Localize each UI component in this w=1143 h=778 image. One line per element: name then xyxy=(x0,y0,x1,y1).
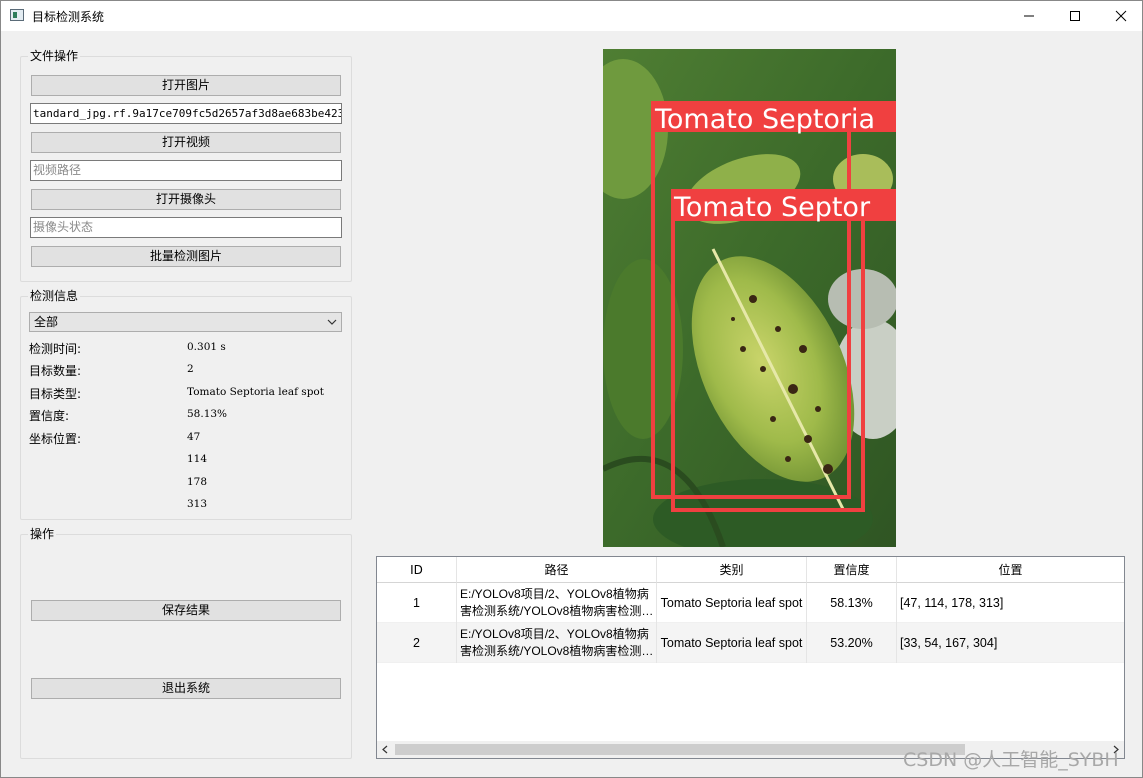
cell-path: E:/YOLOv8项目/2、YOLOv8植物病害检测系统/YOLOv8植物病害检… xyxy=(457,583,657,623)
box1-label: Tomato Septoria xyxy=(654,104,875,135)
detection-image: Tomato Septoria Tomato Septor xyxy=(603,49,896,547)
target-type-label: 目标类型: xyxy=(29,387,82,401)
coord-xmax-value: 178 xyxy=(187,476,208,488)
cell-position: [47, 114, 178, 313] xyxy=(900,595,1004,610)
scrollbar-thumb[interactable] xyxy=(395,744,965,755)
coord-ymin-value: 114 xyxy=(187,453,208,465)
close-button[interactable] xyxy=(1098,1,1142,31)
target-filter-value: 全部 xyxy=(34,315,59,329)
detect-info-title: 检测信息 xyxy=(28,289,81,303)
ops-group: 操作 保存结果 退出系统 xyxy=(20,527,352,759)
minimize-button[interactable] xyxy=(1006,1,1052,31)
window-title: 目标检测系统 xyxy=(32,10,105,24)
detect-info-group: 检测信息 全部 检测时间: 0.301 s 目标数量: 2 目标类型: Toma… xyxy=(20,289,352,520)
results-table[interactable]: ID 路径 类别 置信度 位置 1 E:/YOLOv8项目/2、YOLOv8植物… xyxy=(376,556,1125,759)
col-header-class[interactable]: 类别 xyxy=(657,557,807,583)
table-row[interactable]: 2 E:/YOLOv8项目/2、YOLOv8植物病害检测系统/YOLOv8植物病… xyxy=(377,623,1124,663)
cell-confidence: 53.20% xyxy=(807,623,897,663)
target-count-label: 目标数量: xyxy=(29,364,82,378)
watermark: CSDN @人工智能_SYBH xyxy=(903,749,1119,771)
app-icon xyxy=(10,9,24,21)
image-path-field[interactable]: tandard_jpg.rf.9a17ce709fc5d2657af3d8ae6… xyxy=(30,103,342,124)
target-type-value: Tomato Septoria leaf spot xyxy=(187,386,324,398)
cell-position: [33, 54, 167, 304] xyxy=(900,635,998,650)
main-window: 目标检测系统 文件操作 打开图片 tandard_jpg.rf.9a17ce70… xyxy=(0,0,1143,778)
file-ops-title: 文件操作 xyxy=(28,49,81,63)
cell-id: 1 xyxy=(377,583,457,623)
confidence-value: 58.13% xyxy=(187,408,228,420)
target-filter-select[interactable]: 全部 xyxy=(29,312,342,332)
cell-class: Tomato Septoria leaf spot xyxy=(657,583,807,623)
file-ops-group: 文件操作 打开图片 tandard_jpg.rf.9a17ce709fc5d26… xyxy=(20,49,352,282)
box2-label: Tomato Septor xyxy=(673,192,871,223)
detect-time-label: 检测时间: xyxy=(29,342,82,356)
confidence-label: 置信度: xyxy=(29,409,70,423)
minimize-icon xyxy=(1024,15,1034,17)
coords-label: 坐标位置: xyxy=(29,432,82,446)
maximize-button[interactable] xyxy=(1052,1,1098,31)
col-header-id[interactable]: ID xyxy=(377,557,457,583)
col-header-position[interactable]: 位置 xyxy=(897,557,1124,583)
camera-status-field[interactable]: 摄像头状态 xyxy=(30,217,342,238)
maximize-icon xyxy=(1070,11,1080,21)
chevron-down-icon xyxy=(327,319,337,325)
cell-path: E:/YOLOv8项目/2、YOLOv8植物病害检测系统/YOLOv8植物病害检… xyxy=(457,623,657,663)
cell-class: Tomato Septoria leaf spot xyxy=(657,623,807,663)
batch-detect-button[interactable]: 批量检测图片 xyxy=(31,246,341,267)
target-count-value: 2 xyxy=(187,363,194,375)
open-video-button[interactable]: 打开视频 xyxy=(31,132,341,153)
coord-ymax-value: 313 xyxy=(187,498,208,510)
ops-title: 操作 xyxy=(28,527,57,541)
col-header-path[interactable]: 路径 xyxy=(457,557,657,583)
coord-xmin-value: 47 xyxy=(187,431,201,443)
col-header-confidence[interactable]: 置信度 xyxy=(807,557,897,583)
cell-confidence: 58.13% xyxy=(807,583,897,623)
close-icon xyxy=(1115,10,1127,22)
table-row[interactable]: 1 E:/YOLOv8项目/2、YOLOv8植物病害检测系统/YOLOv8植物病… xyxy=(377,583,1124,623)
save-button[interactable]: 保存结果 xyxy=(31,600,341,621)
video-path-field[interactable]: 视频路径 xyxy=(30,160,342,181)
open-image-button[interactable]: 打开图片 xyxy=(31,75,341,96)
detect-time-value: 0.301 s xyxy=(187,341,226,353)
open-camera-button[interactable]: 打开摄像头 xyxy=(31,189,341,210)
title-bar: 目标检测系统 xyxy=(1,1,1142,31)
exit-button[interactable]: 退出系统 xyxy=(31,678,341,699)
scroll-left-icon[interactable] xyxy=(381,745,389,754)
cell-id: 2 xyxy=(377,623,457,663)
